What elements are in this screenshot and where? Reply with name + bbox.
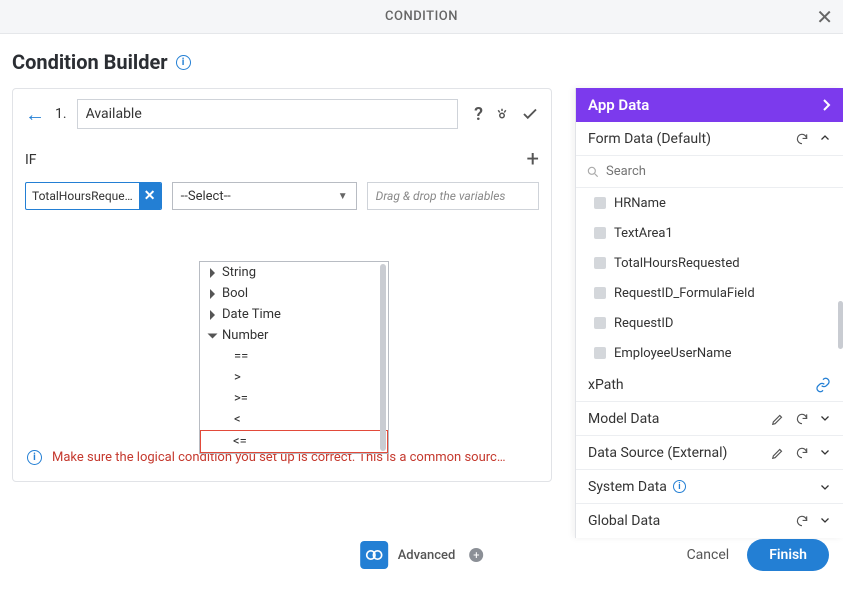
operator-select-label: --Select-- [181, 189, 231, 204]
field-totalhoursrequested[interactable]: TotalHoursRequested [576, 248, 843, 278]
edit-icon[interactable] [771, 446, 785, 460]
add-condition-icon[interactable]: + [527, 147, 539, 172]
field-icon [594, 227, 606, 239]
value-drop-target[interactable]: Drag & drop the variables [367, 182, 539, 210]
page-title: Condition Builder [12, 50, 168, 74]
chevron-down-icon: ▼ [338, 191, 348, 202]
finish-button[interactable]: Finish [747, 539, 829, 571]
variable-token[interactable]: TotalHoursReque… ✕ [25, 182, 162, 210]
data-panel-title: App Data [588, 96, 649, 114]
chevron-up-icon[interactable] [819, 132, 831, 146]
edit-icon[interactable] [771, 412, 785, 426]
preview-icon[interactable] [493, 105, 511, 123]
chevron-down-icon[interactable] [819, 481, 831, 493]
chevron-down-icon[interactable] [819, 412, 831, 426]
operator-select[interactable]: --Select-- ▼ [172, 182, 357, 210]
title-bar: CONDITION ✕ [0, 0, 843, 34]
field-textarea1[interactable]: TextArea1 [576, 218, 843, 248]
dropdown-scrollbar[interactable] [380, 264, 386, 451]
data-panel-header[interactable]: App Data [576, 88, 843, 122]
field-icon [594, 197, 606, 209]
dialog-title: CONDITION [385, 9, 458, 24]
dd-op-eq[interactable]: == [200, 346, 388, 367]
condition-index: 1. [55, 106, 67, 122]
variable-token-label: TotalHoursReque… [26, 189, 139, 203]
cancel-button[interactable]: Cancel [687, 547, 730, 563]
back-arrow-icon[interactable]: ← [25, 102, 45, 127]
field-hrname[interactable]: HRName [576, 188, 843, 218]
data-panel: App Data Form Data (Default) HRName [575, 88, 843, 538]
refresh-icon[interactable] [795, 412, 809, 426]
close-icon[interactable]: ✕ [816, 5, 833, 29]
refresh-icon[interactable] [795, 132, 809, 146]
dd-op-lte[interactable]: <= [200, 430, 388, 453]
section-data-source[interactable]: Data Source (External) [576, 436, 843, 470]
field-icon [594, 257, 606, 269]
chevron-down-icon[interactable] [819, 446, 831, 460]
link-icon[interactable] [815, 377, 831, 393]
field-employeeusername[interactable]: EmployeeUserName [576, 338, 843, 368]
add-advanced-icon[interactable]: + [469, 548, 483, 562]
section-system-data[interactable]: System Data i [576, 470, 843, 504]
advanced-badge-icon[interactable] [360, 541, 388, 569]
dd-group-number[interactable]: Number [200, 325, 388, 346]
help-icon[interactable]: ? [474, 104, 483, 125]
field-icon [594, 317, 606, 329]
field-icon [594, 287, 606, 299]
dd-group-datetime[interactable]: Date Time [200, 304, 388, 325]
advanced-label: Advanced [398, 548, 456, 563]
section-form-data[interactable]: Form Data (Default) [576, 122, 843, 156]
form-data-search [576, 156, 843, 188]
operator-dropdown: String Bool Date Time Number == > >= < <… [199, 261, 389, 454]
field-icon [594, 347, 606, 359]
search-input[interactable] [606, 164, 833, 179]
page-title-row: Condition Builder i [12, 50, 843, 88]
refresh-icon[interactable] [795, 446, 809, 460]
dd-group-bool[interactable]: Bool [200, 283, 388, 304]
dd-group-string[interactable]: String [200, 262, 388, 283]
info-icon[interactable]: i [176, 55, 191, 70]
dd-op-lt[interactable]: < [200, 409, 388, 430]
right-panel-scrollbar[interactable] [838, 301, 843, 349]
search-icon [586, 165, 600, 179]
warning-info-icon: i [27, 450, 42, 465]
info-icon[interactable]: i [673, 480, 686, 493]
section-model-data[interactable]: Model Data [576, 402, 843, 436]
field-requestid-formulafield[interactable]: RequestID_FormulaField [576, 278, 843, 308]
confirm-icon[interactable] [521, 105, 539, 123]
dd-op-gt[interactable]: > [200, 367, 388, 388]
field-requestid[interactable]: RequestID [576, 308, 843, 338]
section-xpath[interactable]: xPath [576, 368, 843, 402]
dd-op-gte[interactable]: >= [200, 388, 388, 409]
chevron-right-icon [821, 98, 831, 112]
condition-name-input[interactable] [77, 99, 459, 129]
if-label: IF [25, 152, 37, 168]
dialog-footer: Advanced + Cancel Finish [0, 519, 843, 591]
remove-token-icon[interactable]: ✕ [139, 182, 161, 210]
